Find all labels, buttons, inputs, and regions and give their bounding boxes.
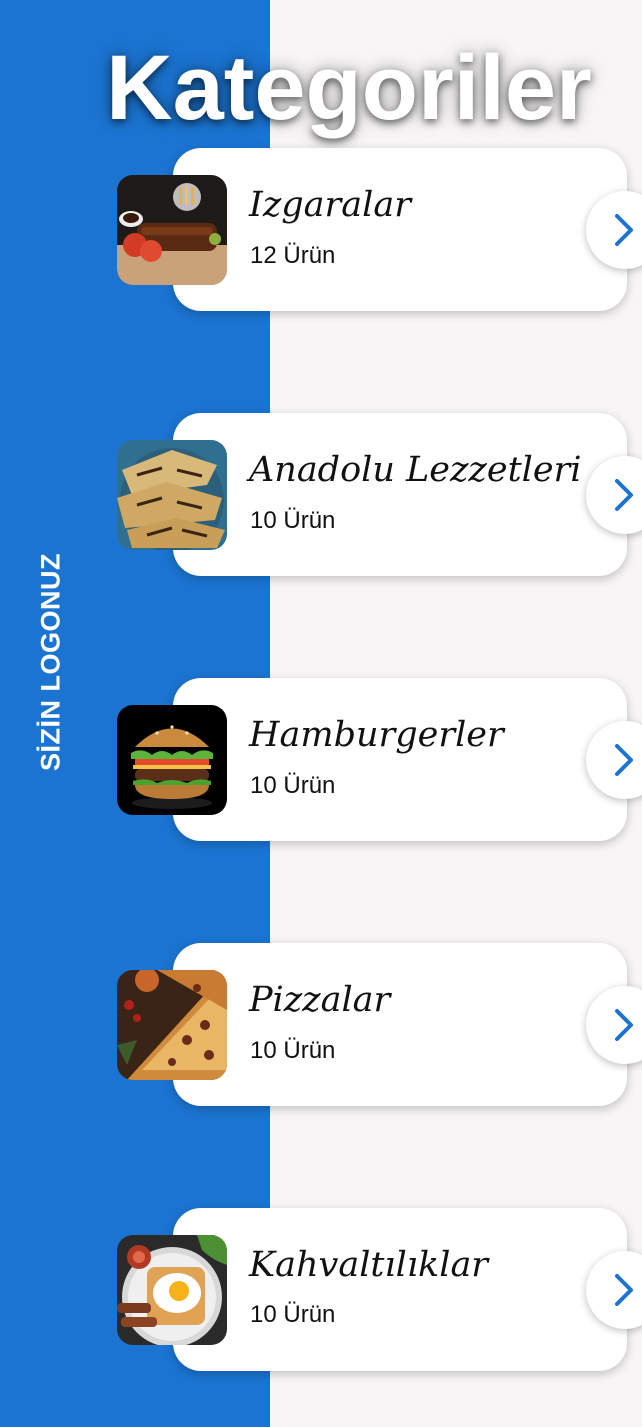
- chevron-right-icon: [615, 1009, 633, 1041]
- category-name: Anadolu Lezzetleri: [249, 450, 582, 490]
- chevron-right-icon: [615, 479, 633, 511]
- hamburger-image: [117, 705, 227, 815]
- category-card-kahvaltiliklar[interactable]: [173, 1208, 627, 1371]
- category-count: 10 Ürün: [250, 1301, 336, 1328]
- category-name: Hamburgerler: [249, 715, 504, 755]
- category-count: 10 Ürün: [250, 1037, 336, 1064]
- category-name: Izgaralar: [249, 185, 411, 225]
- category-card-izgaralar[interactable]: [173, 148, 627, 311]
- header: Kategoriler: [0, 0, 642, 150]
- category-card-anadolu-lezzetleri[interactable]: [173, 413, 627, 576]
- category-card-hamburgerler[interactable]: [173, 678, 627, 841]
- gozleme-image: [117, 440, 227, 550]
- chevron-right-icon: [615, 214, 633, 246]
- category-count: 10 Ürün: [250, 507, 336, 534]
- category-count: 12 Ürün: [250, 242, 336, 269]
- chevron-right-icon: [615, 744, 633, 776]
- chevron-right-icon: [615, 1274, 633, 1306]
- category-count: 10 Ürün: [250, 772, 336, 799]
- logo-text: SİZİN LOGONUZ: [35, 553, 66, 771]
- pizza-image: [117, 970, 227, 1080]
- page-title: Kategoriler: [106, 37, 592, 139]
- grilled-ribs-image: [117, 175, 227, 285]
- category-card-pizzalar[interactable]: [173, 943, 627, 1106]
- category-name: Kahvaltılıklar: [249, 1245, 489, 1285]
- category-name: Pizzalar: [249, 980, 391, 1020]
- breakfast-image: [117, 1235, 227, 1345]
